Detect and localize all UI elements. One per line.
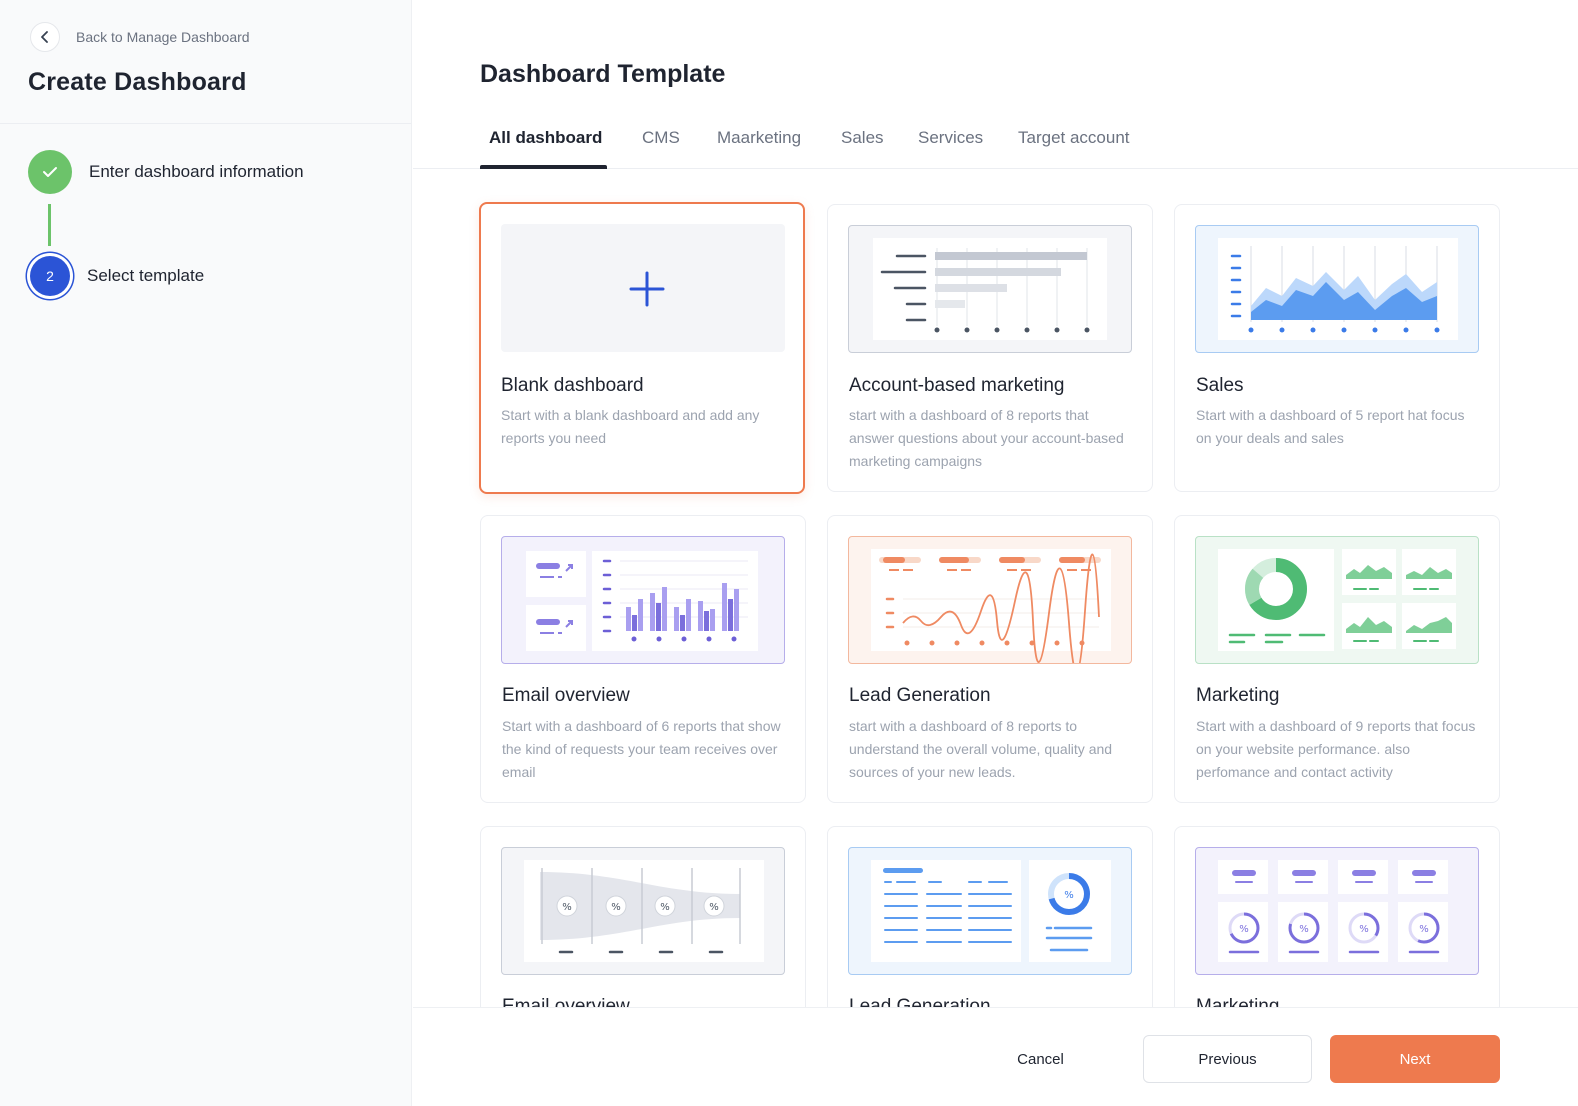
card-title: Lead Generation <box>849 685 991 706</box>
card-title: Email overview <box>502 996 630 1007</box>
step-label: Enter dashboard information <box>89 162 304 181</box>
tab-maarketing[interactable]: Maarketing <box>717 128 801 148</box>
cancel-button[interactable]: Cancel <box>983 1035 1098 1083</box>
tab-cms[interactable]: CMS <box>642 128 680 148</box>
tab-services[interactable]: Services <box>918 128 983 148</box>
template-grid: Blank dashboard Start with a blank dashb… <box>413 170 1578 1007</box>
percent-gauges-thumbnail: %%%% <box>1195 847 1479 975</box>
card-title: Sales <box>1196 375 1244 396</box>
plus-icon <box>629 271 665 307</box>
card-title: Lead Generation <box>849 996 991 1007</box>
back-link[interactable]: Back to Manage Dashboard <box>30 22 250 52</box>
svg-text:%: % <box>660 902 670 913</box>
template-card-blank-dashboard[interactable]: Blank dashboard Start with a blank dashb… <box>479 202 805 494</box>
area-chart-icon <box>1218 238 1458 340</box>
sidebar-header: Back to Manage Dashboard Create Dashboar… <box>0 0 411 124</box>
card-description: Start with a blank dashboard and add any… <box>501 407 760 446</box>
lead-generation-thumbnail <box>848 536 1132 664</box>
tab-sales[interactable]: Sales <box>841 128 884 148</box>
percent-gauges-icon: %%%% <box>1218 860 1448 962</box>
sidebar-title: Create Dashboard <box>28 68 247 96</box>
step-number-badge: 2 <box>30 256 70 296</box>
svg-text:%: % <box>1359 924 1369 935</box>
funnel-chart-icon: %%%% <box>524 860 764 962</box>
svg-text:%: % <box>709 902 719 913</box>
template-tabs: All dashboard CMS Maarketing Sales Servi… <box>413 120 1578 169</box>
template-card-email-overview[interactable]: Email overview Start with a dashboard of… <box>480 515 806 803</box>
template-card-marketing[interactable]: Marketing Start with a dashboard of 9 re… <box>1174 515 1500 803</box>
card-description: start with a dashboard of 8 reports that… <box>849 407 1124 469</box>
marketing-thumbnail <box>1195 536 1479 664</box>
step-select-template: 2 Select template <box>28 256 204 296</box>
chevron-left-icon[interactable] <box>30 22 60 52</box>
back-link-label[interactable]: Back to Manage Dashboard <box>76 29 250 45</box>
check-icon <box>28 150 72 194</box>
blank-thumbnail <box>501 224 785 352</box>
active-tab-indicator <box>480 165 607 169</box>
svg-text:%: % <box>611 902 621 913</box>
template-card-sales[interactable]: Sales Start with a dashboard of 5 report… <box>1174 204 1500 492</box>
card-title: Marketing <box>1196 996 1280 1007</box>
bar-chart-icon <box>526 551 758 651</box>
svg-text:%: % <box>562 902 572 913</box>
svg-text:%: % <box>1064 890 1074 901</box>
template-card-lead-generation-2[interactable]: % Lead Generation <box>827 826 1153 1007</box>
svg-text:%: % <box>1239 924 1249 935</box>
template-card-lead-generation[interactable]: Lead Generation start with a dashboard o… <box>827 515 1153 803</box>
donut-chart-icon <box>1218 549 1456 651</box>
email-overview-thumbnail <box>501 536 785 664</box>
card-title: Marketing <box>1196 685 1280 706</box>
card-description: Start with a dashboard of 5 report hat f… <box>1196 407 1465 446</box>
card-title: Blank dashboard <box>501 375 644 396</box>
card-description: Start with a dashboard of 9 reports that… <box>1196 718 1476 780</box>
card-title: Email overview <box>502 685 630 706</box>
step-label: Select template <box>87 266 205 285</box>
svg-text:%: % <box>1299 924 1309 935</box>
account-marketing-thumbnail <box>848 225 1132 353</box>
svg-text:%: % <box>1419 924 1429 935</box>
tab-target-account[interactable]: Target account <box>1018 128 1130 148</box>
card-description: Start with a dashboard of 6 reports that… <box>502 718 781 780</box>
card-description: start with a dashboard of 8 reports to u… <box>849 718 1113 780</box>
step-connector <box>48 204 51 246</box>
template-card-marketing-2[interactable]: %%%% Marketing <box>1174 826 1500 1007</box>
list-gauge-thumbnail: % <box>848 847 1132 975</box>
wizard-footer: Cancel Previous Next <box>413 1007 1578 1106</box>
step-enter-information: Enter dashboard information <box>28 150 304 194</box>
list-gauge-icon: % <box>871 860 1111 962</box>
template-card-account-based-marketing[interactable]: Account-based marketing start with a das… <box>827 204 1153 492</box>
main-content: Dashboard Template All dashboard CMS Maa… <box>413 0 1578 1106</box>
template-card-email-overview-2[interactable]: %%%% Email overview <box>480 826 806 1007</box>
horizontal-bar-chart-icon <box>873 238 1107 340</box>
card-title: Account-based marketing <box>849 375 1065 396</box>
tab-all-dashboard[interactable]: All dashboard <box>489 128 602 148</box>
page-title: Dashboard Template <box>480 60 726 88</box>
previous-button[interactable]: Previous <box>1143 1035 1312 1083</box>
funnel-thumbnail: %%%% <box>501 847 785 975</box>
sales-thumbnail <box>1195 225 1479 353</box>
line-chart-icon <box>871 549 1111 663</box>
sidebar: Back to Manage Dashboard Create Dashboar… <box>0 0 412 1106</box>
next-button[interactable]: Next <box>1330 1035 1500 1083</box>
